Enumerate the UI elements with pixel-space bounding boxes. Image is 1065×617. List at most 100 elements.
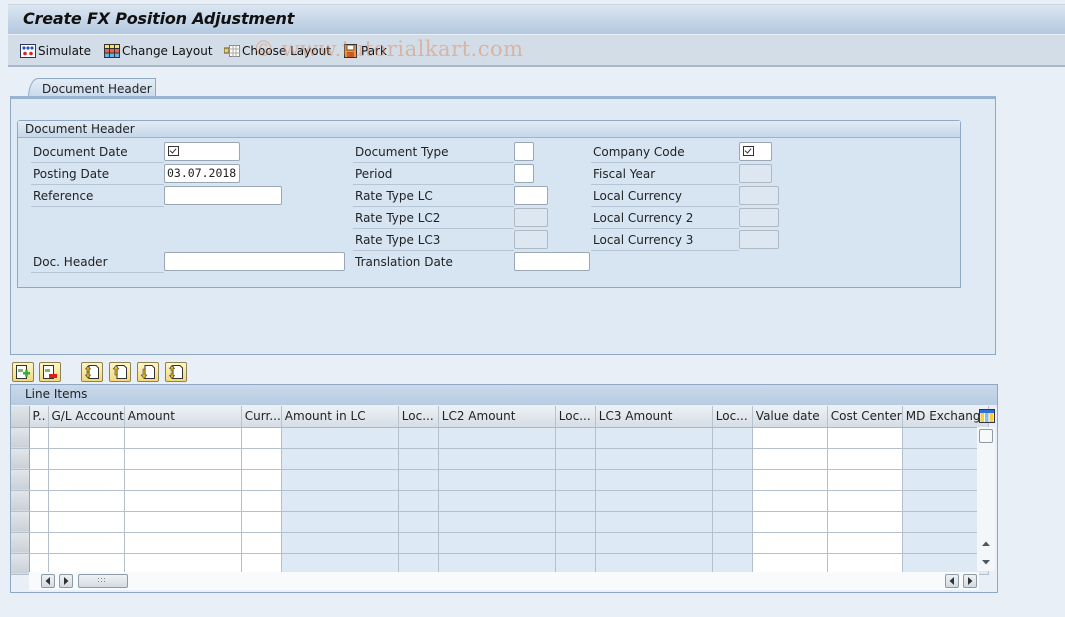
column-header[interactable]: MD Exchange — [902, 406, 989, 428]
table-cell[interactable] — [29, 469, 49, 491]
column-header[interactable]: LC3 Amount — [595, 406, 713, 428]
table-cell[interactable] — [241, 490, 282, 512]
table-cell[interactable] — [827, 511, 903, 533]
table-cell[interactable] — [241, 469, 282, 491]
table-cell[interactable] — [752, 553, 828, 575]
rate-type-lc-field[interactable] — [514, 186, 548, 205]
table-cell — [281, 427, 399, 449]
table-cell[interactable] — [241, 448, 282, 470]
column-header[interactable]: Curr... — [241, 406, 282, 428]
table-cell[interactable] — [29, 427, 49, 449]
scroll-thumb[interactable] — [979, 429, 993, 443]
last-page-button[interactable] — [165, 362, 187, 382]
table-cell[interactable] — [827, 553, 903, 575]
choose-layout-button[interactable]: Choose Layout — [223, 42, 331, 60]
period-field[interactable] — [514, 164, 534, 183]
select-all-header[interactable] — [11, 406, 30, 428]
scroll-down-button[interactable] — [979, 555, 993, 569]
row-selector[interactable] — [11, 427, 30, 449]
column-header[interactable]: Amount in LC — [281, 406, 399, 428]
table-cell[interactable] — [827, 448, 903, 470]
simulate-button[interactable]: Simulate — [20, 42, 91, 60]
table-cell[interactable] — [48, 490, 125, 512]
column-header[interactable]: P.. — [29, 406, 49, 428]
first-page-button[interactable] — [81, 362, 103, 382]
table-cell[interactable] — [241, 532, 282, 554]
table-cell[interactable] — [241, 427, 282, 449]
posting-date-field[interactable]: 03.07.2018 — [164, 164, 240, 183]
table-cell[interactable] — [48, 469, 125, 491]
next-page-button[interactable] — [137, 362, 159, 382]
scroll-up-button[interactable] — [979, 537, 993, 551]
document-date-field[interactable] — [164, 142, 240, 161]
table-cell[interactable] — [752, 448, 828, 470]
table-cell[interactable] — [241, 511, 282, 533]
table-cell[interactable] — [29, 448, 49, 470]
first-page-icon — [84, 365, 99, 379]
park-button[interactable]: Park — [343, 42, 387, 60]
row-selector[interactable] — [11, 532, 30, 554]
change-layout-button[interactable]: Change Layout — [104, 42, 213, 60]
row-selector[interactable] — [11, 553, 30, 575]
table-cell[interactable] — [124, 469, 242, 491]
row-selector[interactable] — [11, 490, 30, 512]
table-cell[interactable] — [48, 511, 125, 533]
table-cell[interactable] — [752, 532, 828, 554]
choose-layout-label: Choose Layout — [242, 44, 331, 58]
table-cell[interactable] — [752, 469, 828, 491]
table-cell — [281, 553, 399, 575]
column-header[interactable]: Loc... — [712, 406, 753, 428]
table-cell[interactable] — [48, 553, 125, 575]
horizontal-scrollbar[interactable] — [29, 572, 979, 590]
table-cell[interactable] — [124, 448, 242, 470]
column-header[interactable]: Amount — [124, 406, 242, 428]
document-type-field[interactable] — [514, 142, 534, 161]
table-cell[interactable] — [827, 532, 903, 554]
row-selector[interactable] — [11, 469, 30, 491]
column-header[interactable]: Loc... — [398, 406, 439, 428]
table-cell[interactable] — [827, 469, 903, 491]
table-cell[interactable] — [124, 553, 242, 575]
table-cell[interactable] — [29, 532, 49, 554]
previous-page-button[interactable] — [109, 362, 131, 382]
reference-field[interactable] — [164, 186, 282, 205]
column-header[interactable]: G/L Account — [48, 406, 125, 428]
insert-row-button[interactable] — [12, 362, 34, 382]
table-cell[interactable] — [827, 490, 903, 512]
vertical-scrollbar[interactable] — [977, 427, 995, 571]
table-cell[interactable] — [29, 553, 49, 575]
table-cell[interactable] — [48, 532, 125, 554]
scroll-left-button[interactable] — [41, 574, 55, 588]
table-cell[interactable] — [124, 427, 242, 449]
row-selector[interactable] — [11, 448, 30, 470]
row-selector[interactable] — [11, 511, 30, 533]
column-header[interactable]: Loc... — [555, 406, 596, 428]
doc-header-field[interactable] — [164, 252, 345, 271]
table-cell — [438, 469, 556, 491]
table-cell[interactable] — [752, 427, 828, 449]
scroll-end-right-button[interactable] — [963, 574, 977, 588]
table-cell[interactable] — [48, 427, 125, 449]
column-settings-icon — [979, 409, 995, 423]
table-cell[interactable] — [827, 427, 903, 449]
table-cell[interactable] — [241, 553, 282, 575]
scroll-end-left-button[interactable] — [945, 574, 959, 588]
rate-type-lc2-field — [514, 208, 548, 227]
table-cell[interactable] — [124, 490, 242, 512]
table-cell[interactable] — [752, 511, 828, 533]
table-cell[interactable] — [29, 490, 49, 512]
table-cell[interactable] — [124, 511, 242, 533]
table-cell[interactable] — [48, 448, 125, 470]
delete-row-button[interactable] — [39, 362, 61, 382]
table-cell[interactable] — [124, 532, 242, 554]
table-cell[interactable] — [29, 511, 49, 533]
column-settings-button[interactable] — [979, 408, 995, 424]
translation-date-field[interactable] — [514, 252, 590, 271]
scroll-right-button[interactable] — [59, 574, 73, 588]
column-header[interactable]: Cost Center — [827, 406, 903, 428]
column-header[interactable]: Value date — [752, 406, 828, 428]
company-code-field[interactable] — [739, 142, 772, 161]
horizontal-scroll-thumb[interactable] — [78, 574, 128, 588]
column-header[interactable]: LC2 Amount — [438, 406, 556, 428]
table-cell[interactable] — [752, 490, 828, 512]
